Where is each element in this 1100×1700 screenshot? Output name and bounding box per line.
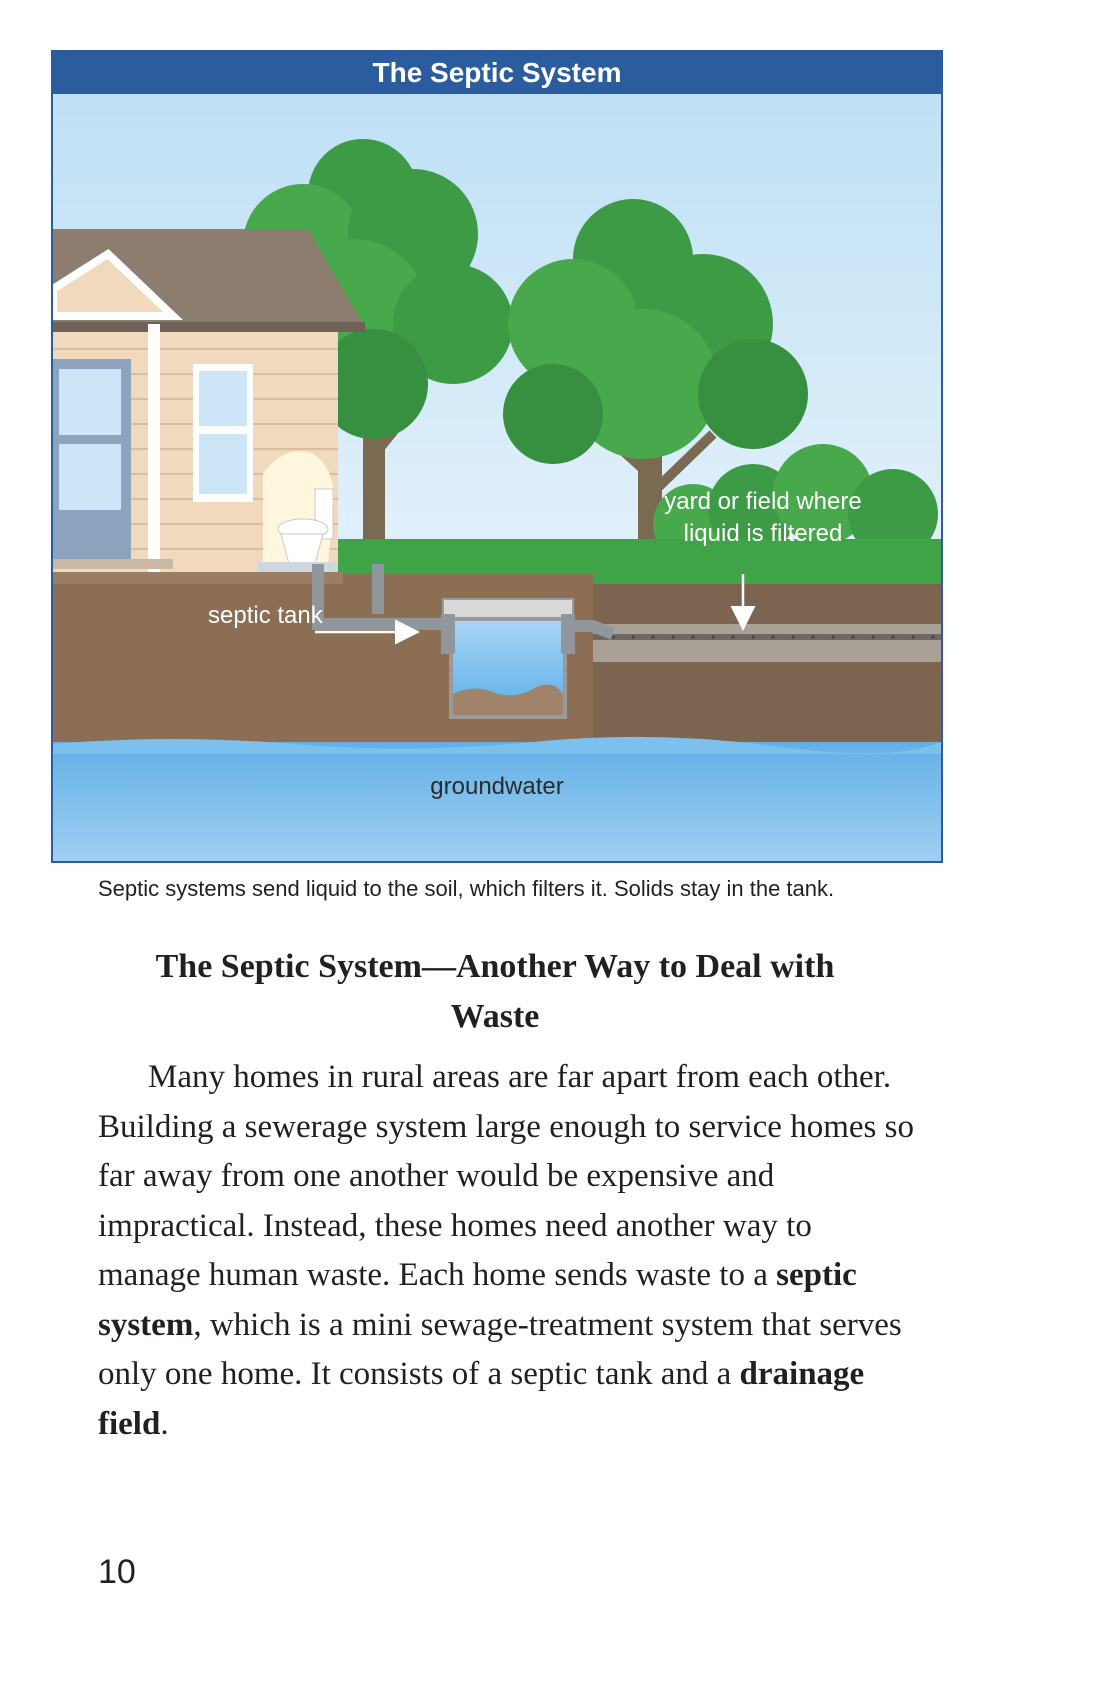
body-paragraph: Many homes in rural areas are far apart … xyxy=(98,1053,918,1449)
field-label: yard or field where liquid is filtered xyxy=(664,488,862,547)
drainage-field xyxy=(593,624,941,662)
septic-tank-label: septic tank xyxy=(208,602,323,629)
septic-system-illustration xyxy=(53,94,941,861)
figure-title: The Septic System xyxy=(53,52,941,94)
page-number: 10 xyxy=(98,1553,136,1591)
groundwater-label: groundwater xyxy=(430,773,564,800)
septic-system-figure: The Septic System septic tank yard or fi… xyxy=(51,50,943,863)
section-heading: The Septic System—Another Way to Deal wi… xyxy=(155,948,835,1035)
paragraph-text: . xyxy=(160,1405,169,1442)
figure-caption: Septic systems send liquid to the soil, … xyxy=(98,876,835,901)
toilet xyxy=(258,451,338,572)
septic-tank-shape xyxy=(441,598,575,719)
